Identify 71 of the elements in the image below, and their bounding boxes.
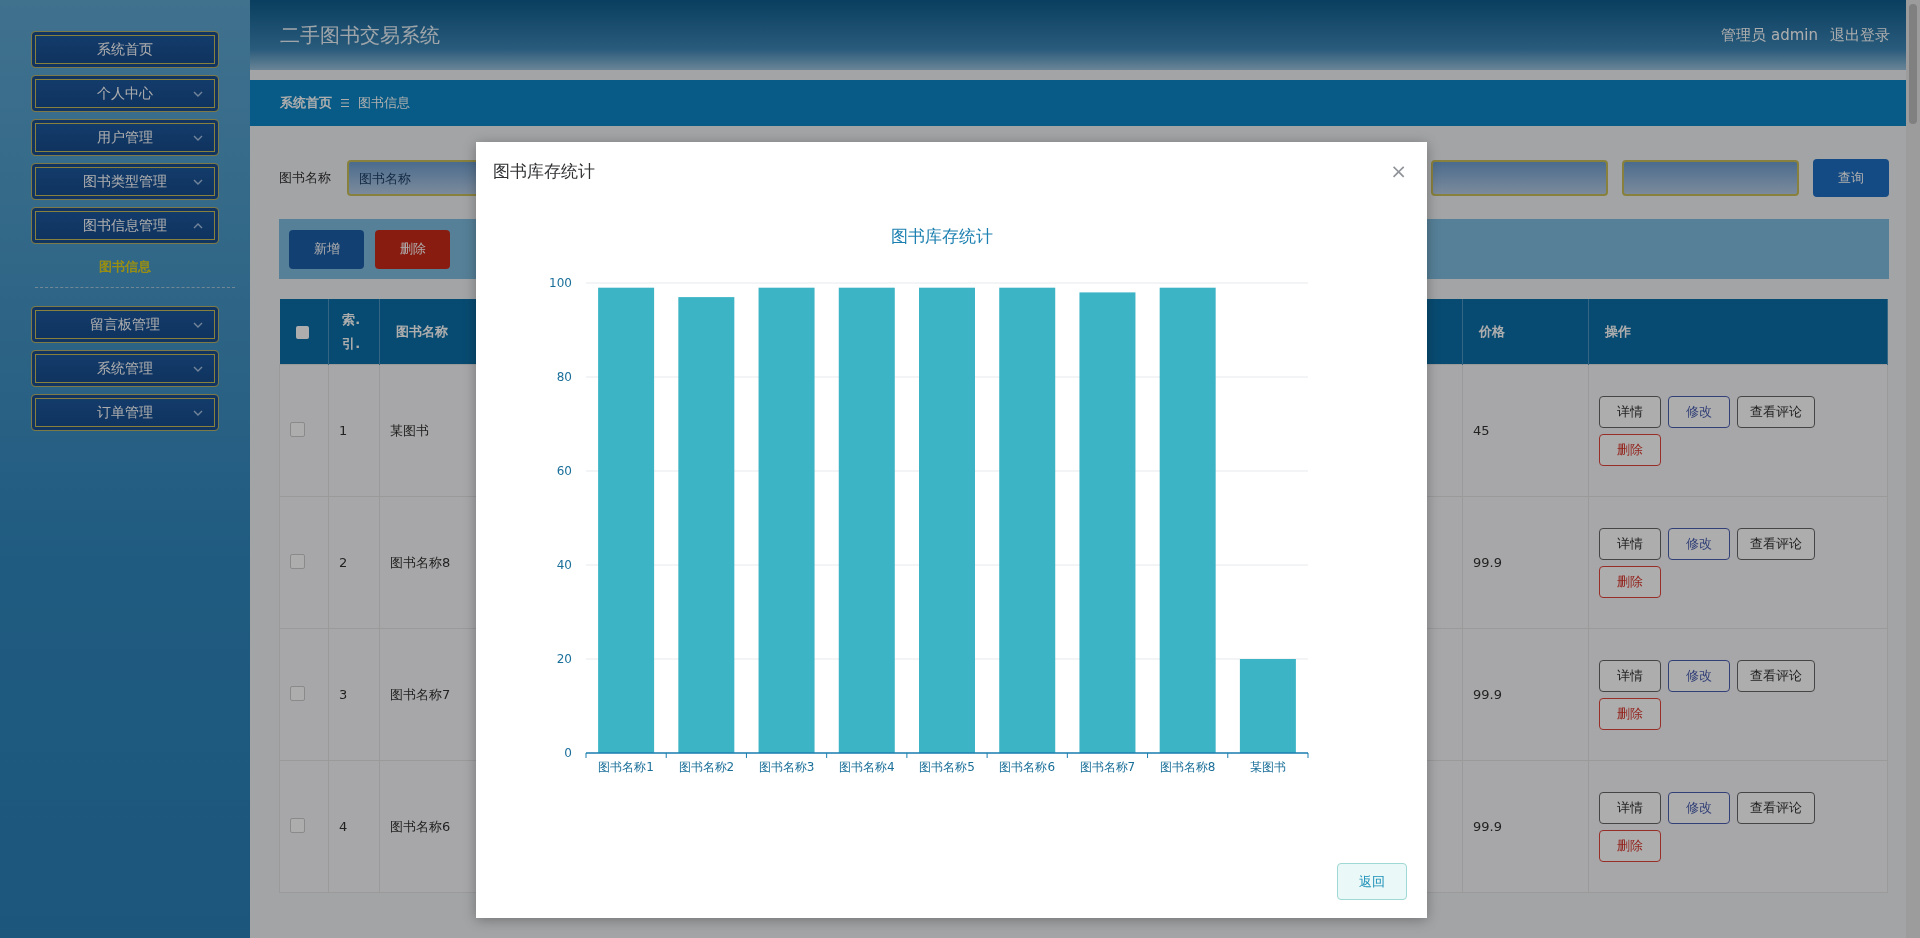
action-button[interactable]: 查看评论 [1737,791,1815,824]
axis-tick-label: 80 [556,370,572,384]
chart-title: 图书库存统计 [890,226,993,246]
action-button[interactable]: 查看评论 [1737,527,1815,560]
sidebar-item[interactable]: 用户管理 [31,119,219,156]
table-cell: 99.9 [1462,496,1589,629]
action-button[interactable]: 详情 [1599,791,1661,824]
axis-category-label: 图书名称1 [598,760,654,774]
axis-category-label: 图书名称4 [838,760,895,774]
table-cell: 2 [328,496,380,629]
menu-icon [340,98,350,108]
sidebar-item[interactable]: 系统首页 [31,31,219,68]
axis-tick-label: 20 [556,652,572,666]
action-button[interactable]: 详情 [1599,395,1661,428]
axis-category-label: 图书名称7 [1079,760,1136,774]
axis-tick-label: 40 [556,558,572,572]
sidebar-item[interactable]: 留言板管理 [31,306,219,343]
edit-button[interactable]: 修改 [1668,791,1730,824]
axis-category-label: 图书名称5 [919,760,975,774]
row-checkbox[interactable] [290,421,305,437]
search-field[interactable] [1622,160,1799,196]
action-button[interactable]: 查看评论 [1737,395,1815,428]
close-button[interactable]: × [1390,159,1407,183]
table-cell: 45 [1462,364,1589,497]
delete-button[interactable]: 删除 [375,229,450,269]
table-cell: 99.9 [1462,760,1589,893]
select-all-checkbox[interactable] [295,326,309,339]
breadcrumb-current: 图书信息 [358,94,410,112]
scrollbar[interactable] [1906,0,1920,938]
axis-category-label: 图书名称8 [1159,760,1216,774]
table-header-cell: 价格 [1462,299,1589,365]
table-header-cell: 索.引. [328,299,380,365]
add-button[interactable]: 新增 [289,229,364,269]
sidebar-item[interactable]: 图书信息管理 [31,207,219,244]
action-button[interactable]: 查看评论 [1737,659,1815,692]
sidebar-item[interactable]: 图书类型管理 [31,163,219,200]
user-label: 管理员 admin [1721,25,1818,45]
delete-button[interactable]: 删除 [1599,829,1661,862]
edit-button[interactable]: 修改 [1668,527,1730,560]
axis-category-label: 图书名称2 [678,760,735,774]
table-cell: 99.9 [1462,628,1589,761]
action-button[interactable]: 详情 [1599,659,1661,692]
search-label: 图书名称 [279,169,332,187]
row-checkbox[interactable] [290,685,305,701]
delete-button[interactable]: 删除 [1599,433,1661,466]
axis-tick-label: 0 [564,746,572,760]
action-button[interactable]: 详情 [1599,527,1661,560]
axis-category-label: 图书名称3 [758,760,815,774]
edit-button[interactable]: 修改 [1668,659,1730,692]
axis-tick-label: 60 [556,464,572,478]
table-cell: 1 [328,364,380,497]
app-title: 二手图书交易系统 [280,21,441,49]
axis-tick-label: 100 [549,276,572,290]
table-cell: 4 [328,760,380,893]
sidebar-item[interactable]: 系统管理 [31,350,219,387]
search-field[interactable] [1431,160,1608,196]
axis-category-label: 某图书 [1249,760,1286,774]
logout-link[interactable]: 退出登录 [1830,25,1890,45]
back-button[interactable]: 返回 [1337,863,1407,900]
sidebar-item[interactable]: 个人中心 [31,75,219,112]
table-cell: 3 [328,628,380,761]
search-button[interactable]: 查询 [1813,159,1889,197]
row-checkbox[interactable] [290,817,305,833]
delete-button[interactable]: 删除 [1599,565,1661,598]
sidebar-item[interactable]: 订单管理 [31,394,219,431]
edit-button[interactable]: 修改 [1668,395,1730,428]
delete-button[interactable]: 删除 [1599,697,1661,730]
row-checkbox[interactable] [290,553,305,569]
breadcrumb-link[interactable]: 系统首页 [280,94,332,112]
table-header-cell: 操作 [1588,299,1888,365]
axis-category-label: 图书名称6 [999,760,1056,774]
